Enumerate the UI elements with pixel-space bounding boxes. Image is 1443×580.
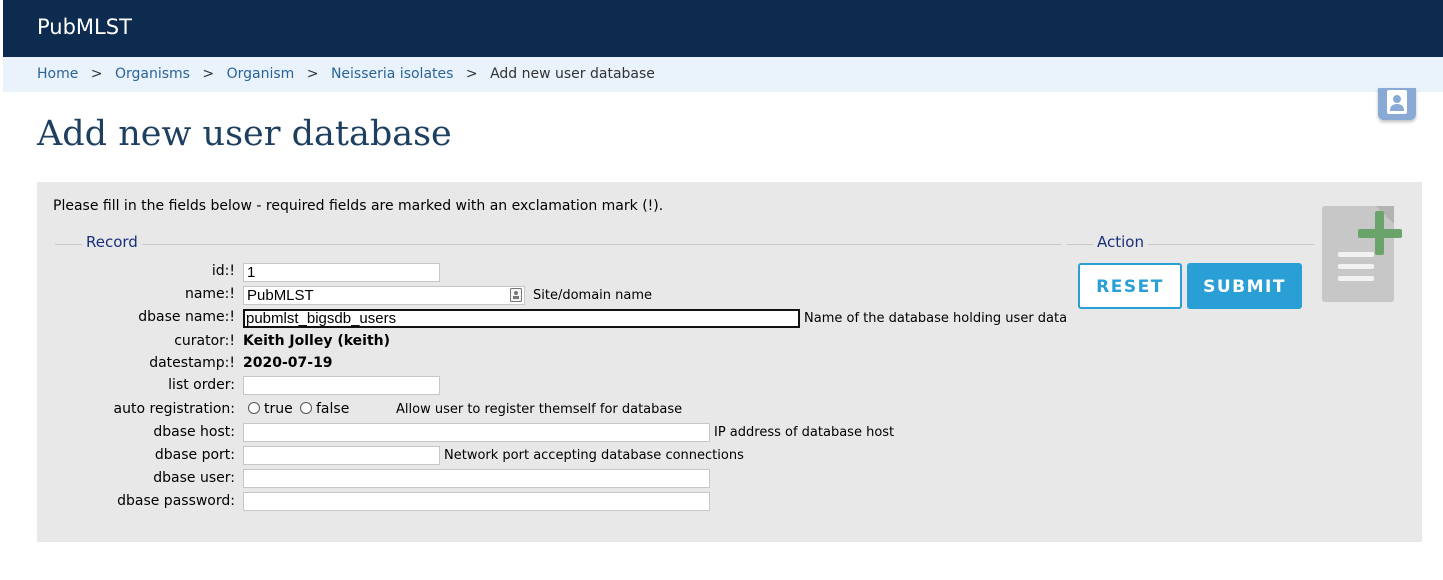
dbase-user-input[interactable] <box>243 469 710 488</box>
auto-registration-false-radio[interactable] <box>300 402 312 414</box>
auto-registration-hint: Allow user to register themself for data… <box>396 402 683 417</box>
dbase-password-input[interactable] <box>243 492 710 511</box>
user-menu-button[interactable] <box>1378 88 1416 120</box>
action-legend: Action <box>1093 233 1148 251</box>
name-input[interactable]: PubMLST <box>243 286 525 305</box>
name-value: PubMLST <box>247 287 314 304</box>
dbase-name-input[interactable]: pubmlst_bigsdb_users <box>243 309 800 328</box>
user-icon <box>1387 90 1407 114</box>
breadcrumb-home[interactable]: Home <box>37 66 78 82</box>
breadcrumb-separator: > <box>202 66 215 82</box>
submit-button[interactable]: SUBMIT <box>1187 263 1302 309</box>
id-label: id:! <box>211 263 235 279</box>
id-input[interactable]: 1 <box>243 263 440 282</box>
curator-label: curator:! <box>174 333 235 349</box>
contact-card-icon[interactable] <box>510 288 522 302</box>
dbase-host-input[interactable] <box>243 423 710 442</box>
dbase-host-hint: IP address of database host <box>714 425 895 440</box>
name-label: name:! <box>184 286 235 302</box>
name-hint: Site/domain name <box>533 288 653 303</box>
dbase-port-input[interactable] <box>243 446 440 465</box>
site-title[interactable]: PubMLST <box>37 15 132 39</box>
breadcrumb-separator: > <box>306 66 319 82</box>
breadcrumb: Home > Organisms > Organism > Neisseria … <box>3 57 1443 92</box>
auto-registration-label: auto registration: <box>113 401 235 417</box>
auto-registration-true-label[interactable]: true <box>264 401 293 417</box>
breadcrumb-separator: > <box>465 66 478 82</box>
page-title: Add new user database <box>37 114 452 154</box>
breadcrumb-neisseria-isolates[interactable]: Neisseria isolates <box>331 66 453 82</box>
reset-button[interactable]: RESET <box>1078 263 1182 309</box>
dbase-host-label: dbase host: <box>153 424 235 440</box>
dbase-port-label: dbase port: <box>154 447 235 463</box>
dbase-name-hint: Name of the database holding user data <box>804 311 1068 326</box>
document-add-icon <box>1322 206 1402 302</box>
dbase-password-label: dbase password: <box>117 493 235 509</box>
breadcrumb-separator: > <box>90 66 103 82</box>
form-panel: Please fill in the fields below - requir… <box>37 182 1422 542</box>
datestamp-label: datestamp:! <box>149 355 235 371</box>
curator-value: Keith Jolley (keith) <box>243 333 391 349</box>
form-instructions: Please fill in the fields below - requir… <box>53 198 664 214</box>
breadcrumb-organisms[interactable]: Organisms <box>115 66 190 82</box>
datestamp-value: 2020-07-19 <box>243 355 333 371</box>
breadcrumb-organism[interactable]: Organism <box>227 66 295 82</box>
top-bar: PubMLST <box>3 0 1443 57</box>
dbase-name-label: dbase name:! <box>138 309 235 325</box>
dbase-user-label: dbase user: <box>153 470 235 486</box>
record-fieldset-border <box>55 244 1062 245</box>
dbase-port-hint: Network port accepting database connecti… <box>444 448 744 463</box>
breadcrumb-current: Add new user database <box>490 66 655 82</box>
list-order-label: list order: <box>168 377 235 393</box>
list-order-input[interactable] <box>243 376 440 395</box>
auto-registration-true-radio[interactable] <box>248 402 260 414</box>
auto-registration-false-label[interactable]: false <box>316 401 349 417</box>
record-legend: Record <box>82 233 142 251</box>
